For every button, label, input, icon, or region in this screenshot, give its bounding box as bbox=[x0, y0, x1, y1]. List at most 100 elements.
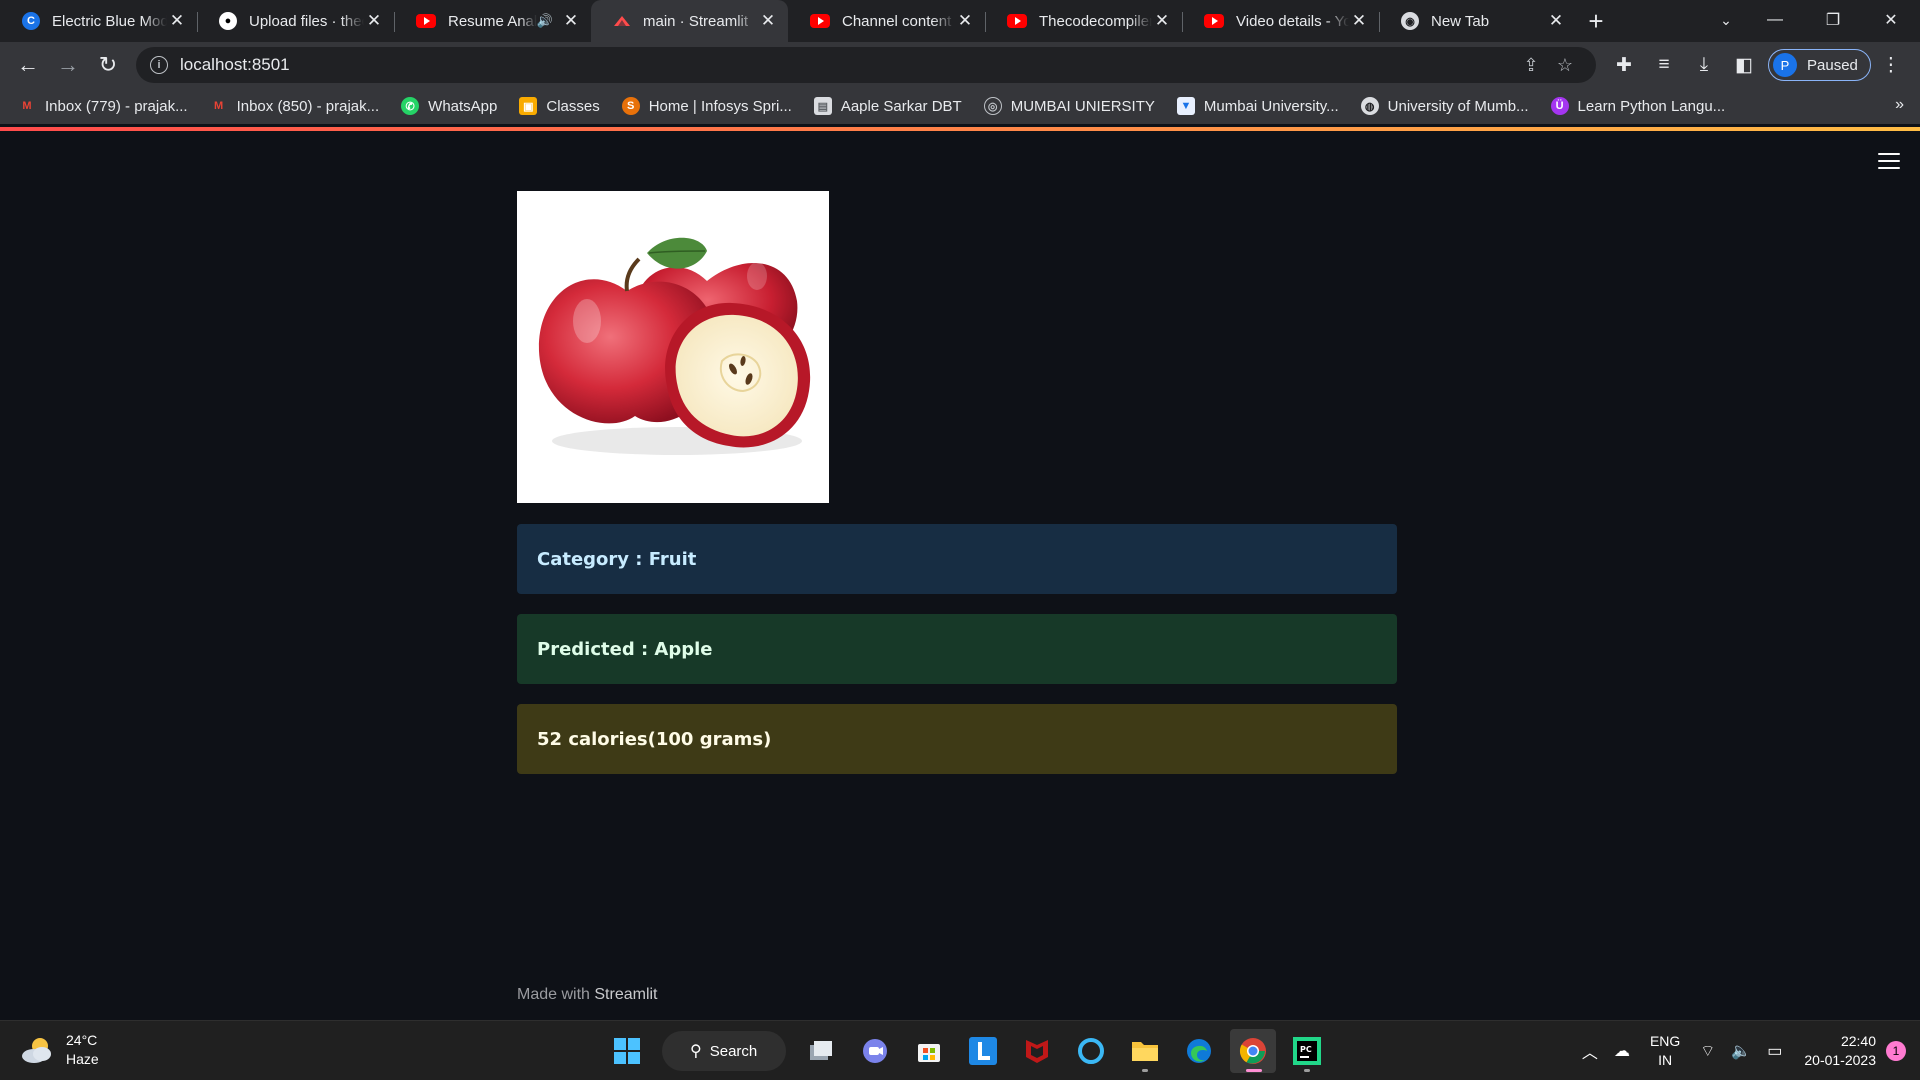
tab-electric-blue[interactable]: C Electric Blue Mod ✕ bbox=[0, 0, 197, 42]
tab-thecodecompiler[interactable]: Thecodecompiler ✕ bbox=[985, 0, 1182, 42]
window-controls: — ❐ ✕ bbox=[1746, 0, 1920, 40]
bookmark-inbox-779[interactable]: M Inbox (779) - prajak... bbox=[18, 97, 187, 115]
infosys-icon: S bbox=[621, 97, 640, 115]
hamburger-menu-icon[interactable] bbox=[1878, 153, 1900, 169]
start-button[interactable] bbox=[604, 1029, 650, 1073]
weather-condition: Haze bbox=[66, 1051, 99, 1067]
bookmark-aaple-sarkar[interactable]: ▤ Aaple Sarkar DBT bbox=[813, 97, 962, 115]
edge-icon[interactable] bbox=[1176, 1029, 1222, 1073]
speaker-icon[interactable]: 🔊 bbox=[537, 13, 553, 29]
close-window-button[interactable]: ✕ bbox=[1862, 0, 1920, 40]
apple-image bbox=[517, 191, 829, 503]
teams-chat-icon[interactable] bbox=[852, 1029, 898, 1073]
bookmarks-bar: M Inbox (779) - prajak... M Inbox (850) … bbox=[0, 88, 1920, 124]
close-icon[interactable]: ✕ bbox=[758, 11, 778, 31]
cortana-icon[interactable] bbox=[1068, 1029, 1114, 1073]
close-icon[interactable]: ✕ bbox=[955, 11, 975, 31]
bookmark-learn-python[interactable]: Ü Learn Python Langu... bbox=[1550, 97, 1725, 115]
main-column: Category : Fruit Predicted : Apple 52 ca… bbox=[517, 191, 1397, 794]
info-icon[interactable]: i bbox=[150, 56, 168, 74]
bookmark-label: Inbox (850) - prajak... bbox=[236, 97, 380, 115]
prediction-alert: Predicted : Apple bbox=[517, 614, 1397, 684]
wifi-icon[interactable]: ⌔ bbox=[1700, 1041, 1715, 1061]
side-panel-icon[interactable]: ◧ bbox=[1724, 45, 1764, 85]
taskbar-search[interactable]: ⚲ Search bbox=[662, 1031, 786, 1071]
profile-button[interactable]: P Paused bbox=[1768, 49, 1871, 81]
reload-button[interactable]: ↻ bbox=[88, 45, 128, 85]
bookmark-inbox-850[interactable]: M Inbox (850) - prajak... bbox=[210, 97, 380, 115]
tab-channel-content[interactable]: Channel content ✕ bbox=[788, 0, 985, 42]
tab-title: main · Streamlit bbox=[643, 12, 749, 30]
youtube-icon bbox=[1007, 14, 1027, 28]
star-icon[interactable]: ☆ bbox=[1548, 55, 1582, 76]
tab-streamlit[interactable]: main · Streamlit ✕ bbox=[591, 0, 788, 42]
youtube-icon bbox=[1204, 14, 1224, 28]
footer-prefix: Made with bbox=[517, 986, 595, 1003]
bookmark-classes[interactable]: ▣ Classes bbox=[519, 97, 600, 115]
github-icon: ● bbox=[219, 12, 237, 30]
document-icon: ▤ bbox=[813, 97, 832, 115]
bookmark-label: Classes bbox=[546, 97, 600, 115]
bookmark-label: Home | Infosys Spri... bbox=[648, 97, 792, 115]
udemy-icon: Ü bbox=[1550, 97, 1569, 115]
windows-icon bbox=[614, 1038, 640, 1064]
weather-widget[interactable]: 24°C Haze bbox=[20, 1031, 99, 1069]
tab-strip: C Electric Blue Mod ✕ ● Upload files · t… bbox=[0, 0, 1920, 42]
bookmark-whatsapp[interactable]: ✆ WhatsApp bbox=[401, 97, 497, 115]
avatar: P bbox=[1773, 53, 1797, 77]
menu-dots-icon[interactable]: ⋮ bbox=[1871, 45, 1911, 85]
url-text[interactable]: localhost:8501 bbox=[180, 55, 1514, 75]
l-app-icon[interactable] bbox=[960, 1029, 1006, 1073]
streamlit-icon bbox=[613, 12, 631, 30]
tab-search-chevron-icon[interactable]: ⌄ bbox=[1706, 0, 1746, 40]
address-bar[interactable]: i localhost:8501 ⇪ ☆ bbox=[136, 47, 1596, 83]
close-icon[interactable]: ✕ bbox=[167, 11, 187, 31]
university-icon: ▼ bbox=[1176, 97, 1195, 115]
close-icon[interactable]: ✕ bbox=[364, 11, 384, 31]
minimize-button[interactable]: — bbox=[1746, 0, 1804, 40]
toolbar-actions: ✚ ≡ ⤓ ◧ P Paused ⋮ bbox=[1604, 45, 1911, 85]
clock[interactable]: 22:40 20-01-2023 bbox=[1804, 1032, 1876, 1070]
pycharm-icon[interactable]: PC bbox=[1284, 1029, 1330, 1073]
tab-new-tab[interactable]: ◉ New Tab ✕ bbox=[1379, 0, 1576, 42]
bookmark-infosys[interactable]: S Home | Infosys Spri... bbox=[621, 97, 792, 115]
file-explorer-icon[interactable] bbox=[1122, 1029, 1168, 1073]
profile-status: Paused bbox=[1807, 56, 1858, 74]
bookmark-mumbai-uniersity[interactable]: ◎ MUMBAI UNIERSITY bbox=[983, 97, 1155, 115]
footer-brand-link[interactable]: Streamlit bbox=[594, 986, 657, 1003]
extensions-icon[interactable]: ✚ bbox=[1604, 45, 1644, 85]
windows-taskbar: 24°C Haze ⚲ Search PC ︿ ☁ ENG IN ⌔ 🔈 ▭ 2… bbox=[0, 1020, 1920, 1080]
close-icon[interactable]: ✕ bbox=[561, 11, 581, 31]
bookmark-label: WhatsApp bbox=[428, 97, 498, 115]
back-button[interactable]: ← bbox=[8, 45, 48, 85]
share-icon[interactable]: ⇪ bbox=[1514, 55, 1548, 76]
bookmark-mumbai-university[interactable]: ▼ Mumbai University... bbox=[1176, 97, 1339, 115]
chevron-up-icon[interactable]: ︿ bbox=[1582, 1039, 1598, 1063]
notification-badge[interactable]: 1 bbox=[1886, 1041, 1906, 1061]
download-icon[interactable]: ⤓ bbox=[1684, 45, 1724, 85]
close-icon[interactable]: ✕ bbox=[1546, 11, 1566, 31]
tab-resume-analyzer[interactable]: Resume Analy 🔊 ✕ bbox=[394, 0, 591, 42]
temperature: 24°C bbox=[66, 1032, 98, 1048]
volume-icon[interactable]: 🔈 bbox=[1731, 1041, 1751, 1061]
media-queue-icon[interactable]: ≡ bbox=[1644, 45, 1684, 85]
close-icon[interactable]: ✕ bbox=[1349, 11, 1369, 31]
language-indicator[interactable]: ENG IN bbox=[1650, 1032, 1680, 1070]
chrome-taskbar-icon[interactable] bbox=[1230, 1029, 1276, 1073]
onedrive-icon[interactable]: ☁ bbox=[1614, 1041, 1630, 1061]
apple-illustration bbox=[538, 237, 811, 455]
new-tab-button[interactable]: + bbox=[1576, 0, 1616, 42]
forward-button[interactable]: → bbox=[48, 45, 88, 85]
tab-video-details[interactable]: Video details - Yo ✕ bbox=[1182, 0, 1379, 42]
task-view-icon[interactable] bbox=[798, 1029, 844, 1073]
microsoft-store-icon[interactable] bbox=[906, 1029, 952, 1073]
bookmarks-overflow-button[interactable]: » bbox=[1895, 96, 1904, 114]
tab-title: Video details - Yo bbox=[1236, 12, 1349, 30]
tab-upload-files[interactable]: ● Upload files · thec ✕ bbox=[197, 0, 394, 42]
browser-toolbar: ← → ↻ i localhost:8501 ⇪ ☆ ✚ ≡ ⤓ ◧ P Pau… bbox=[0, 42, 1920, 88]
mcafee-icon[interactable] bbox=[1014, 1029, 1060, 1073]
restore-button[interactable]: ❐ bbox=[1804, 0, 1862, 40]
battery-icon[interactable]: ▭ bbox=[1767, 1041, 1782, 1061]
close-icon[interactable]: ✕ bbox=[1152, 11, 1172, 31]
bookmark-university-of-mumbai[interactable]: ◍ University of Mumb... bbox=[1360, 97, 1529, 115]
